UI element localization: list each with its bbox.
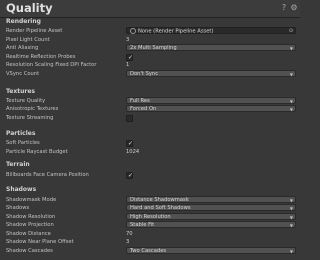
checkmark-icon: ✓	[128, 171, 134, 179]
section-rendering: Rendering	[6, 18, 41, 25]
shadow-distance-field[interactable]: 70	[126, 230, 133, 238]
section-terrain: Terrain	[6, 161, 30, 168]
render-pipeline-asset-field[interactable]: None (Render Pipeline Asset) ⊙	[126, 27, 296, 35]
anisotropic-textures-value: Forced On	[130, 106, 157, 112]
pixel-light-count-field[interactable]: 3	[126, 36, 129, 44]
shadow-near-plane-offset-field[interactable]: 3	[126, 238, 129, 246]
shadowmask-mode-value: Distance Shadowmask	[130, 197, 189, 203]
shadow-resolution-value: High Resolution	[130, 214, 171, 220]
vsync-count-label: VSync Count	[6, 71, 40, 77]
anti-aliasing-label: Anti Aliasing	[6, 45, 39, 51]
row-shadow-near-plane-offset: Shadow Near Plane Offset 3	[0, 238, 300, 246]
chevron-down-icon: ▼	[289, 46, 293, 51]
shadow-near-plane-offset-label: Shadow Near Plane Offset	[6, 239, 74, 245]
dpi-factor-field[interactable]: 1	[126, 61, 129, 69]
row-pixel-light-count: Pixel Light Count 3	[0, 36, 300, 44]
chevron-down-icon: ▼	[289, 99, 293, 104]
row-shadows: Shadows Hard and Soft Shadows ▼	[0, 204, 300, 212]
chevron-down-icon: ▼	[289, 198, 293, 203]
texture-quality-label: Texture Quality	[6, 98, 46, 104]
row-shadow-resolution: Shadow Resolution High Resolution ▼	[0, 213, 300, 221]
soft-particles-label: Soft Particles	[6, 140, 40, 146]
shadow-resolution-label: Shadow Resolution	[6, 214, 56, 220]
billboards-face-camera-checkbox[interactable]: ✓	[126, 171, 134, 179]
pipeline-asset-icon	[130, 28, 136, 34]
shadows-value: Hard and Soft Shadows	[130, 205, 191, 211]
section-particles: Particles	[6, 130, 36, 137]
dpi-factor-label: Resolution Scaling Fixed DPI Factor	[6, 62, 97, 68]
row-shadow-distance: Shadow Distance 70	[0, 230, 300, 238]
row-anisotropic-textures: Anisotropic Textures Forced On ▼	[0, 105, 300, 113]
anti-aliasing-value: 2x Multi Sampling	[130, 45, 177, 51]
settings-icon[interactable]: ⚙	[289, 3, 299, 13]
vsync-count-value: Don't Sync	[130, 71, 159, 77]
row-shadow-cascades: Shadow Cascades Two Cascades ▼	[0, 247, 300, 255]
row-dpi-factor: Resolution Scaling Fixed DPI Factor 1	[0, 61, 300, 69]
render-pipeline-asset-label: Render Pipeline Asset	[6, 28, 63, 34]
shadows-dropdown[interactable]: Hard and Soft Shadows ▼	[126, 204, 296, 211]
texture-streaming-label: Texture Streaming	[6, 115, 54, 121]
realtime-reflection-probes-checkbox[interactable]: ✓	[126, 53, 133, 61]
row-particle-raycast-budget: Particle Raycast Budget 1024	[0, 148, 300, 156]
shadow-cascades-value: Two Cascades	[130, 248, 167, 254]
anisotropic-textures-dropdown[interactable]: Forced On ▼	[126, 105, 296, 112]
shadowmask-mode-dropdown[interactable]: Distance Shadowmask ▼	[126, 196, 296, 203]
row-texture-quality: Texture Quality Full Res ▼	[0, 97, 300, 105]
texture-streaming-checkbox[interactable]	[126, 114, 133, 122]
page-title: Quality	[6, 1, 53, 15]
inspector-header: Quality ? ⚙	[0, 0, 300, 18]
row-realtime-reflection-probes: Realtime Reflection Probes ✓	[0, 53, 300, 61]
render-pipeline-asset-value: None (Render Pipeline Asset)	[138, 28, 214, 35]
row-soft-particles: Soft Particles ✓	[0, 139, 300, 147]
row-shadowmask-mode: Shadowmask Mode Distance Shadowmask ▼	[0, 196, 300, 204]
shadow-cascades-label: Shadow Cascades	[6, 248, 53, 254]
particle-raycast-budget-label: Particle Raycast Budget	[6, 149, 68, 155]
row-render-pipeline-asset: Render Pipeline Asset None (Render Pipel…	[0, 27, 300, 35]
row-billboards-face-camera: Billboards Face Camera Position ✓	[0, 171, 300, 179]
shadow-projection-label: Shadow Projection	[6, 222, 54, 228]
chevron-down-icon: ▼	[289, 223, 293, 228]
help-icon[interactable]: ?	[279, 3, 289, 13]
texture-quality-value: Full Res	[130, 98, 150, 104]
realtime-reflection-probes-label: Realtime Reflection Probes	[6, 54, 76, 60]
checkmark-icon: ✓	[128, 139, 134, 147]
row-anti-aliasing: Anti Aliasing 2x Multi Sampling ▼	[0, 44, 300, 52]
vsync-count-dropdown[interactable]: Don't Sync ▼	[126, 70, 296, 77]
billboards-face-camera-label: Billboards Face Camera Position	[6, 172, 89, 178]
section-shadows: Shadows	[6, 186, 37, 193]
particle-raycast-budget-field[interactable]: 1024	[126, 148, 139, 156]
soft-particles-checkbox[interactable]: ✓	[126, 139, 134, 147]
texture-quality-dropdown[interactable]: Full Res ▼	[126, 97, 296, 104]
chevron-down-icon: ▼	[289, 72, 293, 77]
shadow-projection-dropdown[interactable]: Stable Fit ▼	[126, 221, 296, 228]
chevron-down-icon: ▼	[289, 206, 293, 211]
row-shadow-projection: Shadow Projection Stable Fit ▼	[0, 221, 300, 229]
pixel-light-count-label: Pixel Light Count	[6, 37, 50, 43]
shadow-projection-value: Stable Fit	[130, 222, 155, 228]
chevron-down-icon: ▼	[289, 107, 293, 112]
shadow-distance-label: Shadow Distance	[6, 231, 51, 237]
object-picker-icon[interactable]: ⊙	[288, 28, 294, 34]
chevron-down-icon: ▼	[289, 215, 293, 220]
shadowmask-mode-label: Shadowmask Mode	[6, 197, 57, 203]
row-vsync-count: VSync Count Don't Sync ▼	[0, 70, 300, 78]
shadow-resolution-dropdown[interactable]: High Resolution ▼	[126, 213, 296, 220]
shadow-cascades-dropdown[interactable]: Two Cascades ▼	[126, 247, 296, 254]
shadows-label: Shadows	[6, 205, 30, 211]
chevron-down-icon: ▼	[289, 249, 293, 254]
anisotropic-textures-label: Anisotropic Textures	[6, 106, 59, 112]
anti-aliasing-dropdown[interactable]: 2x Multi Sampling ▼	[126, 44, 296, 51]
row-texture-streaming: Texture Streaming	[0, 114, 300, 122]
section-textures: Textures	[6, 88, 35, 95]
